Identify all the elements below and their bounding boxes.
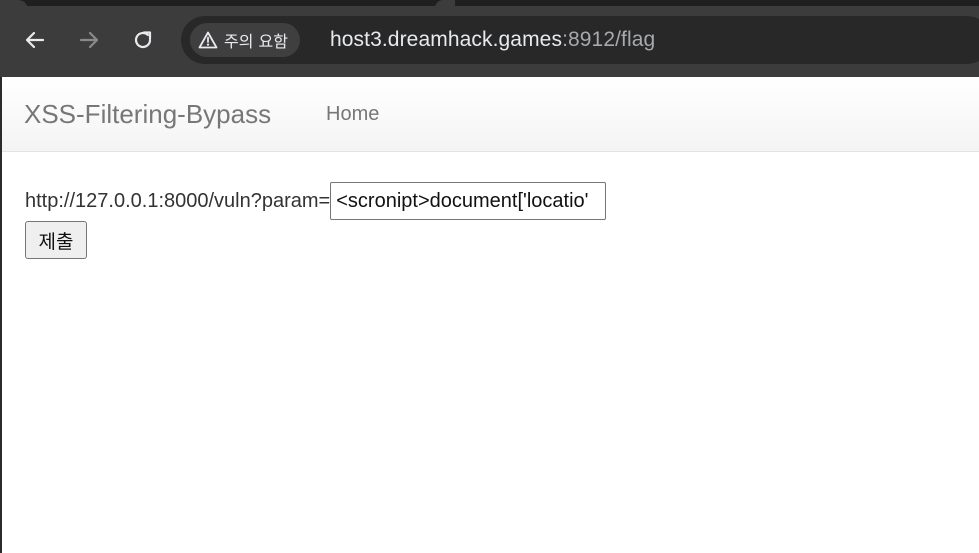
security-indicator[interactable]: 주의 요함 [190, 23, 300, 57]
reload-button[interactable] [126, 23, 160, 57]
back-button[interactable] [18, 23, 52, 57]
forward-button[interactable] [72, 23, 106, 57]
warning-triangle-icon [198, 31, 218, 49]
arrow-right-icon [79, 31, 99, 49]
tab-strip [0, 0, 979, 6]
url-prefix-label: http://127.0.0.1:8000/vuln?param= [25, 189, 331, 212]
submit-button[interactable]: 제출 [25, 221, 87, 259]
url-host: host3.dreamhack.games [330, 28, 563, 51]
param-form: http://127.0.0.1:8000/vuln?param= [25, 182, 607, 220]
security-label: 주의 요함 [224, 32, 288, 51]
arrow-left-icon [25, 31, 45, 49]
active-tab-edge [0, 0, 28, 10]
param-input[interactable] [330, 182, 607, 220]
brand-link[interactable]: XSS-Filtering-Bypass [24, 99, 271, 130]
browser-toolbar: 주의 요함 host3.dreamhack.games:8912/flag [0, 0, 979, 77]
site-navbar: XSS-Filtering-Bypass Home [2, 77, 979, 152]
next-tab-edge [435, 0, 455, 8]
reload-icon [134, 31, 152, 49]
nav-home-link[interactable]: Home [326, 103, 379, 126]
url-text[interactable]: host3.dreamhack.games:8912/flag [330, 27, 655, 53]
url-path: :8912/flag [562, 28, 656, 51]
